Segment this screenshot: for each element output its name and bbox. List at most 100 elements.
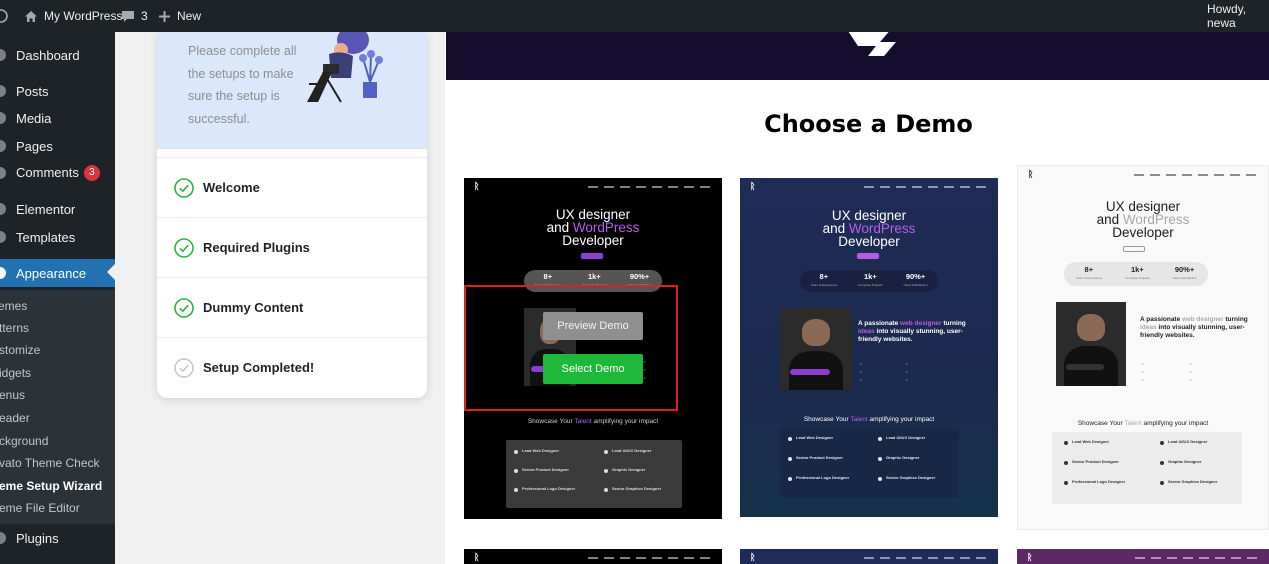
demo-jobs: Lead Web Designer Senior Product Designe… (1052, 432, 1242, 504)
menu-plugins[interactable]: Plugins (0, 525, 115, 551)
demo-passion-text: A passionate web designer turning ideas … (1140, 316, 1248, 339)
demo-nav: ᚱ (1018, 166, 1268, 184)
job-item: Lead Web Designer (788, 435, 871, 453)
submenu-menus[interactable]: enus (0, 384, 25, 406)
job-item: Senior Product Designer (1064, 459, 1152, 477)
demo-nav-links (588, 186, 710, 188)
appearance-submenu: emes tterns stomize idgets enus eader ck… (0, 290, 115, 524)
new-content-link[interactable]: New (158, 0, 201, 32)
submenu-theme-file-editor[interactable]: eme File Editor (0, 497, 80, 519)
greeting: Howdy, newa (1207, 2, 1247, 30)
demo-card-row2-1[interactable]: ᚱ (464, 549, 722, 564)
new-label: New (177, 9, 202, 23)
posts-icon (0, 85, 6, 97)
demo-hero: UX designer and WordPress Developer (740, 209, 998, 249)
wizard-step-welcome[interactable]: Welcome (157, 157, 427, 217)
demo-card-row2-2[interactable]: ᚱ (740, 549, 998, 564)
submenu-theme-setup-wizard[interactable]: eme Setup Wizard (0, 475, 102, 497)
setup-wizard-panel: Please complete all the setups to make s… (157, 32, 427, 398)
stat: 1k+ Complete Projects (1125, 265, 1150, 280)
demo-nav: ᚱ (464, 178, 722, 196)
menu-elementor[interactable]: Elementor (0, 196, 115, 222)
stat: 90%+ Client Satisfaction (903, 272, 928, 287)
submenu-themes[interactable]: emes (0, 295, 27, 317)
preview-demo-button[interactable]: Preview Demo (543, 312, 643, 340)
demo-nav: ᚱ (464, 549, 722, 564)
submenu-envato-theme-check[interactable]: vato Theme Check (0, 452, 100, 474)
stat: 90%+ Client Satisfaction (1172, 265, 1197, 280)
hero-cta (581, 253, 603, 259)
submenu-customize[interactable]: stomize (0, 339, 40, 361)
demo-nav-links (588, 557, 710, 559)
check-circle-icon (174, 177, 194, 198)
menu-dashboard[interactable]: Dashboard (0, 42, 115, 68)
account-menu[interactable]: Howdy, newa (1207, 0, 1269, 32)
home-icon (25, 10, 37, 22)
hero-line: Developer (1112, 225, 1174, 240)
demo-nav-links (864, 186, 986, 188)
job-item: Graphic Designer (604, 467, 686, 485)
designer-illustration (307, 32, 383, 103)
demo-card-navy[interactable]: ᚱ UX designer and WordPress Developer 8+… (740, 178, 998, 517)
selected-demo-highlight (464, 285, 678, 411)
stat: 1k+ Complete Projects (858, 272, 883, 287)
menu-media[interactable]: Media (0, 105, 115, 131)
site-name-link[interactable]: My WordPress (24, 0, 122, 32)
submenu-background[interactable]: ckground (0, 430, 48, 452)
theme-banner (446, 32, 1269, 80)
check-circle-icon (174, 297, 194, 318)
job-item: Graphic Designer (878, 455, 961, 473)
wizard-step-setup-completed[interactable]: Setup Completed! (157, 337, 427, 397)
demo-jobs: Lead Web Designer Senior Product Designe… (506, 440, 682, 508)
wizard-step-dummy-content[interactable]: Dummy Content (157, 277, 427, 337)
demo-photo (1056, 302, 1126, 386)
job-item: Lead UI/UX Designer (878, 435, 961, 453)
submenu-patterns[interactable]: tterns (0, 317, 29, 339)
demo-card-row2-3[interactable]: ᚱ (1017, 549, 1269, 564)
menu-templates[interactable]: Templates (0, 224, 115, 250)
submenu-widgets[interactable]: idgets (0, 362, 31, 384)
wp-logo-icon[interactable] (0, 0, 8, 32)
menu-comments[interactable]: Comments 3 (0, 160, 115, 186)
menu-appearance[interactable]: Appearance (0, 259, 115, 287)
job-item: Lead Web Designer (1064, 439, 1152, 457)
demo-hero: UX designer and WordPress Developer (464, 208, 722, 248)
job-item: Professional Logo Designer (788, 475, 871, 493)
menu-pages[interactable]: Pages (0, 133, 115, 159)
demo-services: • • • (906, 361, 908, 382)
demo-logo: ᚱ (750, 552, 756, 562)
job-item: Lead Web Designer (514, 448, 596, 466)
wizard-intro: Please complete all the setups to make s… (157, 32, 427, 149)
comments-icon (0, 167, 6, 179)
intro-text: Please complete all the setups to make s… (188, 44, 297, 126)
demo-showcase: Showcase Your Talent amplifying your imp… (1077, 420, 1209, 427)
wizard-step-required-plugins[interactable]: Required Plugins (157, 217, 427, 277)
comments-badge: 3 (83, 165, 100, 182)
hero-line: Developer (562, 233, 624, 248)
demo-nav: ᚱ (740, 549, 998, 564)
admin-bar: My WordPress 3 New Howdy, newa (0, 0, 1269, 32)
submenu-header[interactable]: eader (0, 407, 30, 429)
menu-posts[interactable]: Posts (0, 78, 115, 104)
comment-count: 3 (141, 9, 148, 23)
job-item: Senior Graphics Designer (1160, 479, 1248, 497)
demo-services: • • • (860, 361, 862, 382)
demo-hero: UX designer and WordPress Developer (1018, 200, 1268, 240)
demo-jobs: Lead Web Designer Senior Product Designe… (780, 428, 958, 498)
site-name: My WordPress (44, 9, 123, 23)
job-item: Professional Logo Designer (514, 486, 596, 504)
job-item: Senior Graphics Designer (604, 486, 686, 504)
demo-card-light[interactable]: ᚱ UX designer and WordPress Developer 8+… (1017, 165, 1269, 530)
hero-cta (857, 253, 879, 259)
demo-photo (780, 308, 852, 390)
select-demo-button[interactable]: Select Demo (543, 354, 643, 384)
check-circle-icon (174, 357, 194, 378)
demo-logo: ᚱ (750, 181, 756, 191)
job-item: Graphic Designer (1160, 459, 1248, 477)
demo-nav-links (1135, 557, 1257, 559)
media-icon (0, 112, 6, 124)
job-item: Senior Product Designer (514, 467, 596, 485)
comments-link[interactable]: 3 (121, 0, 148, 32)
plugins-icon (0, 532, 6, 544)
choose-demo-title: Choose a Demo (764, 110, 973, 138)
